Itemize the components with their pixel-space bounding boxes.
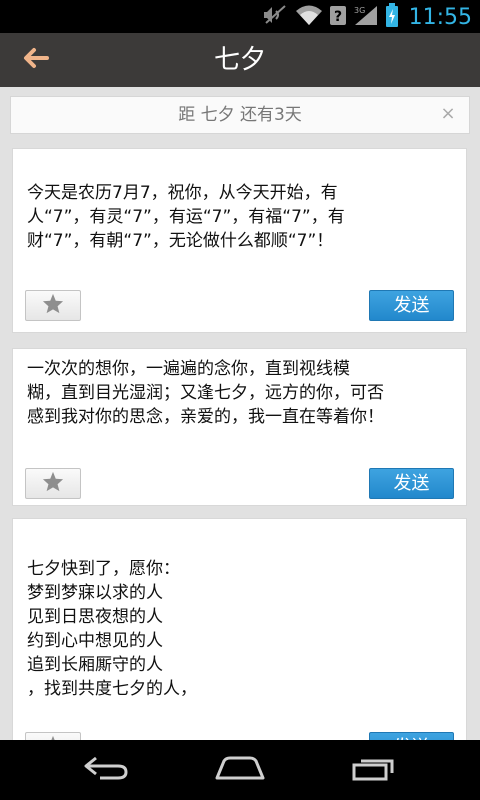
star-icon [42,471,64,496]
message-text: 一次次的想你，一遍遍的念你，直到视线模 糊，直到目光湿润；又逢七夕，远方的你，可… [27,359,384,427]
arrow-left-icon [22,47,50,73]
status-bar: ? 3G 11:55 [0,0,480,33]
countdown-banner: 距 七夕 还有3天 × [10,96,470,134]
favorite-button[interactable] [25,290,81,321]
message-text: 今天是农历7月7，祝你，从今天开始，有 人“7”，有灵“7”，有运“7”，有福“… [27,183,345,251]
message-text: 七夕快到了，愿你： 梦到梦寐以求的人 见到日思夜想的人 约到心中想见的人 追到长… [27,559,197,699]
wifi-icon [295,4,323,30]
star-icon [42,293,64,318]
action-bar: 七夕 [0,33,480,87]
nav-recents-icon [350,754,398,786]
nav-back-icon [82,755,130,785]
network-type-label: 3G [354,6,365,15]
send-button[interactable]: 发送 [369,732,454,740]
nav-home-button[interactable] [210,750,270,790]
svg-text:?: ? [334,9,342,25]
send-button[interactable]: 发送 [369,468,454,499]
signal-unknown-icon: ? [329,4,347,30]
back-button[interactable] [14,45,58,75]
send-button[interactable]: 发送 [369,290,454,321]
navigation-bar [0,740,480,800]
close-icon[interactable]: × [437,103,459,125]
nav-back-button[interactable] [76,750,136,790]
3g-signal-icon: 3G [353,4,379,30]
favorite-button[interactable] [25,732,81,740]
status-icons: ? 3G 11:55 [263,3,472,31]
message-card: 七夕快到了，愿你： 梦到梦寐以求的人 见到日思夜想的人 约到心中想见的人 追到长… [12,518,467,740]
status-time: 11:55 [408,4,472,30]
message-list[interactable]: 今天是农历7月7，祝你，从今天开始，有 人“7”，有灵“7”，有运“7”，有福“… [0,148,480,740]
countdown-text: 距 七夕 还有3天 [178,105,302,125]
page-title: 七夕 [213,45,266,75]
message-card: 一次次的想你，一遍遍的念你，直到视线模 糊，直到目光湿润；又逢七夕，远方的你，可… [12,348,467,506]
message-card: 今天是农历7月7，祝你，从今天开始，有 人“7”，有灵“7”，有运“7”，有福“… [12,148,467,333]
nav-recents-button[interactable] [344,750,404,790]
battery-charging-icon [385,3,399,31]
favorite-button[interactable] [25,468,81,499]
nav-home-icon [214,755,266,785]
mute-icon [263,4,289,30]
